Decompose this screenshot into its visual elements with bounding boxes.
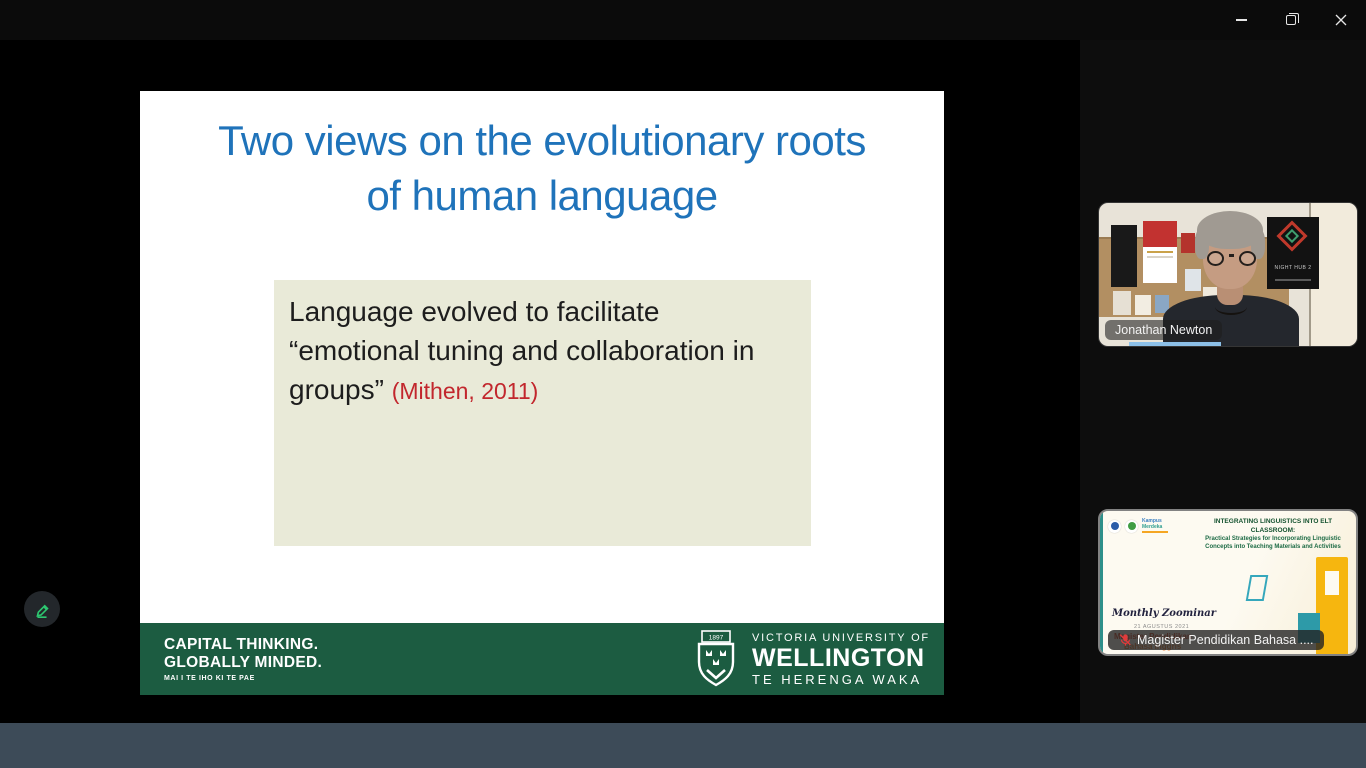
participant-name-tag: Jonathan Newton: [1105, 320, 1222, 340]
participant-name: Jonathan Newton: [1115, 323, 1212, 337]
slide-title-line1: Two views on the evolutionary roots: [140, 113, 944, 168]
scene-poster-line: [1275, 279, 1311, 281]
muted-mic-icon: [1118, 633, 1132, 647]
restore-button[interactable]: [1266, 0, 1316, 40]
glasses-lens: [1239, 251, 1256, 266]
slide-quote-box: Language evolved to facilitate “emotiona…: [274, 280, 811, 546]
university-line3: TE HERENGA WAKA: [752, 672, 930, 688]
poster-parallelogram-decor: [1246, 575, 1269, 601]
logo-underline: [1142, 531, 1168, 533]
tagline-line2: GLOBALLY MINDED.: [164, 654, 322, 672]
slide-title: Two views on the evolutionary roots of h…: [140, 113, 944, 223]
taskbar: 1: [0, 723, 1366, 768]
kampus-merdeka-logo: Kampus Merdeka: [1142, 519, 1168, 533]
university-logo-icon: [1125, 520, 1138, 533]
kemdikbud-logo-icon: [1108, 520, 1121, 533]
minimize-button[interactable]: [1216, 0, 1266, 40]
participant-name-tag: Magister Pendidikan Bahasa ....: [1108, 630, 1324, 650]
scene-paper: [1113, 291, 1131, 315]
scene-paper: [1135, 295, 1151, 315]
scene-poster-text: NIGHT HUB 2: [1267, 265, 1319, 271]
scene-poster-gold-line: [1147, 251, 1173, 253]
footer-tagline: CAPITAL THINKING. GLOBALLY MINDED. MAI I…: [164, 623, 322, 695]
screen-share-area: Two views on the evolutionary roots of h…: [0, 40, 1080, 723]
screen: Two views on the evolutionary roots of h…: [0, 0, 1366, 768]
glasses-lens: [1207, 251, 1224, 266]
restore-icon: [1286, 15, 1296, 25]
window-titlebar: [0, 0, 1366, 40]
scene-poster-line: [1147, 256, 1173, 258]
scene-poster-dark: NIGHT HUB 2: [1267, 217, 1319, 289]
tagline-line3: MAI I TE IHO KI TE PAE: [164, 675, 322, 682]
slide-title-line2: of human language: [140, 168, 944, 223]
poster-heading-line3: Concepts into Teaching Materials and Act…: [1196, 543, 1350, 551]
university-line2: WELLINGTON: [752, 645, 930, 672]
minimize-icon: [1236, 19, 1247, 21]
quote-citation: (Mithen, 2011): [392, 378, 539, 404]
university-line1: VICTORIA UNIVERSITY OF: [752, 631, 930, 645]
slide-footer-banner: CAPITAL THINKING. GLOBALLY MINDED. MAI I…: [140, 623, 944, 695]
poster-door-window: [1325, 571, 1339, 595]
glasses-bridge: [1229, 254, 1234, 257]
scene-poster-red-band: [1143, 221, 1177, 247]
logo-text2: Merdeka: [1142, 525, 1168, 531]
participant-video-magister[interactable]: Kampus Merdeka INTEGRATING LINGUISTICS I…: [1098, 509, 1358, 656]
close-icon: [1334, 13, 1348, 27]
pencil-icon: [32, 599, 52, 619]
person-necklace: [1215, 299, 1247, 315]
logo-inner: [1128, 522, 1136, 530]
scene-poster-white: [1143, 221, 1177, 283]
poster-heading-line1: INTEGRATING LINGUISTICS INTO ELT CLASSRO…: [1196, 517, 1350, 535]
person-glasses: [1207, 251, 1256, 266]
svg-text:1897: 1897: [709, 635, 724, 642]
window-controls: [1216, 0, 1366, 40]
poster-heading: INTEGRATING LINGUISTICS INTO ELT CLASSRO…: [1196, 517, 1350, 551]
close-button[interactable]: [1316, 0, 1366, 40]
participant-video-jonathan[interactable]: NIGHT HUB 2 Jonathan Newton: [1098, 202, 1358, 347]
scene-red-card: [1181, 233, 1195, 253]
poster-event-title: Monthly Zoominar: [1112, 608, 1216, 619]
scene-paper: [1185, 269, 1201, 291]
poster-heading-line2: Practical Strategies for Incorporating L…: [1196, 535, 1350, 543]
annotate-button[interactable]: [24, 591, 60, 627]
tagline-line1: CAPITAL THINKING.: [164, 636, 322, 654]
university-name: VICTORIA UNIVERSITY OF WELLINGTON TE HER…: [752, 623, 930, 695]
presentation-slide: Two views on the evolutionary roots of h…: [140, 91, 944, 695]
university-crest-icon: 1897: [693, 630, 739, 693]
participant-name: Magister Pendidikan Bahasa ....: [1137, 633, 1314, 647]
audio-level-bar: [1129, 342, 1221, 346]
poster-logos: Kampus Merdeka: [1108, 519, 1168, 533]
poster-edge-strip: [1100, 511, 1103, 656]
logo-inner: [1111, 522, 1119, 530]
scene-poster-black: [1111, 225, 1137, 287]
